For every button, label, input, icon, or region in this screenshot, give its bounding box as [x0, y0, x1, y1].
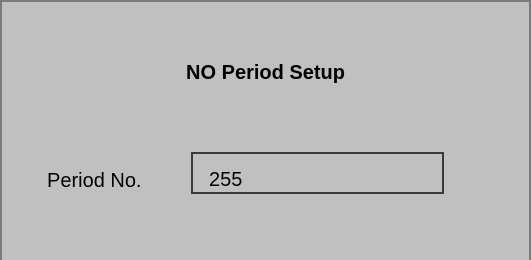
dialog-title: NO Period Setup — [186, 62, 345, 84]
period-setup-panel: NO Period Setup Period No. — [0, 0, 531, 260]
period-number-label: Period No. — [47, 170, 142, 192]
period-number-input[interactable] — [191, 152, 444, 194]
